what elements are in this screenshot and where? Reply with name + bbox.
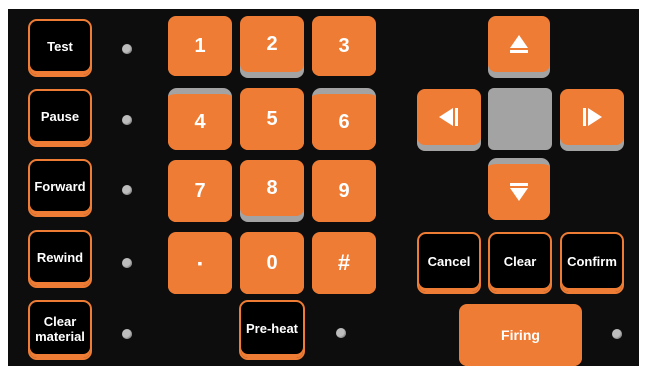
pause-indicator-led [122, 115, 132, 125]
key-4-label: 4 [194, 110, 206, 133]
key-5-label: 5 [266, 107, 278, 130]
key-3[interactable]: 3 [312, 16, 376, 76]
firing-button[interactable]: Firing [459, 304, 582, 366]
preheat-indicator-led [336, 328, 346, 338]
test-button-label: Test [47, 39, 73, 54]
down-button[interactable] [488, 158, 550, 220]
key-2-label: 2 [266, 32, 278, 55]
dpad-center [488, 88, 552, 150]
clear-material-label-line1: Clear [43, 313, 77, 329]
firing-button-label: Firing [501, 327, 540, 343]
key-9-label: 9 [338, 179, 350, 202]
clear-material-indicator-led [122, 329, 132, 339]
preheat-button[interactable]: Pre-heat [239, 300, 305, 360]
test-button[interactable]: Test [28, 19, 92, 77]
preheat-button-label: Pre-heat [245, 321, 299, 336]
key-0[interactable]: 0 [240, 232, 304, 294]
key-6-label: 6 [338, 110, 350, 133]
clear-material-label-line2: material [35, 328, 85, 344]
pause-button-label: Pause [40, 109, 80, 124]
key-0-label: 0 [266, 251, 278, 274]
forward-button[interactable]: Forward [28, 159, 92, 217]
cancel-button-label: Cancel [427, 254, 471, 269]
right-button[interactable] [560, 89, 624, 145]
up-button[interactable] [488, 16, 550, 72]
key-9[interactable]: 9 [312, 160, 376, 222]
confirm-button-label: Confirm [567, 254, 617, 269]
key-dot[interactable]: ▪ [168, 232, 232, 294]
clear-button[interactable]: Clear [488, 232, 552, 294]
key-hash[interactable]: # [312, 232, 376, 294]
key-3-label: 3 [338, 34, 350, 57]
cancel-button[interactable]: Cancel [417, 232, 481, 294]
arrow-up-icon [510, 35, 528, 53]
key-dot-label: ▪ [197, 255, 203, 271]
arrow-right-icon [583, 108, 602, 126]
key-1[interactable]: 1 [168, 16, 232, 76]
key-1-label: 1 [194, 34, 206, 57]
rewind-button-label: Rewind [36, 250, 84, 265]
rewind-button[interactable]: Rewind [28, 230, 92, 288]
key-6[interactable]: 6 [312, 88, 376, 150]
clear-button-label: Clear [503, 254, 537, 269]
test-indicator-led [122, 44, 132, 54]
key-4[interactable]: 4 [168, 88, 232, 150]
key-7[interactable]: 7 [168, 160, 232, 222]
key-2[interactable]: 2 [240, 16, 304, 72]
firing-indicator-led [612, 329, 622, 339]
arrow-down-icon [510, 183, 528, 201]
key-8-label: 8 [266, 176, 278, 199]
key-hash-label: # [337, 250, 351, 275]
forward-indicator-led [122, 185, 132, 195]
arrow-left-icon [439, 108, 458, 126]
key-8[interactable]: 8 [240, 160, 304, 216]
confirm-button[interactable]: Confirm [560, 232, 624, 294]
pause-button[interactable]: Pause [28, 89, 92, 147]
rewind-indicator-led [122, 258, 132, 268]
key-7-label: 7 [194, 179, 206, 202]
forward-button-label: Forward [34, 179, 86, 194]
key-5[interactable]: 5 [240, 88, 304, 150]
clear-material-button[interactable]: Clear material [28, 300, 92, 360]
left-button[interactable] [417, 89, 481, 145]
